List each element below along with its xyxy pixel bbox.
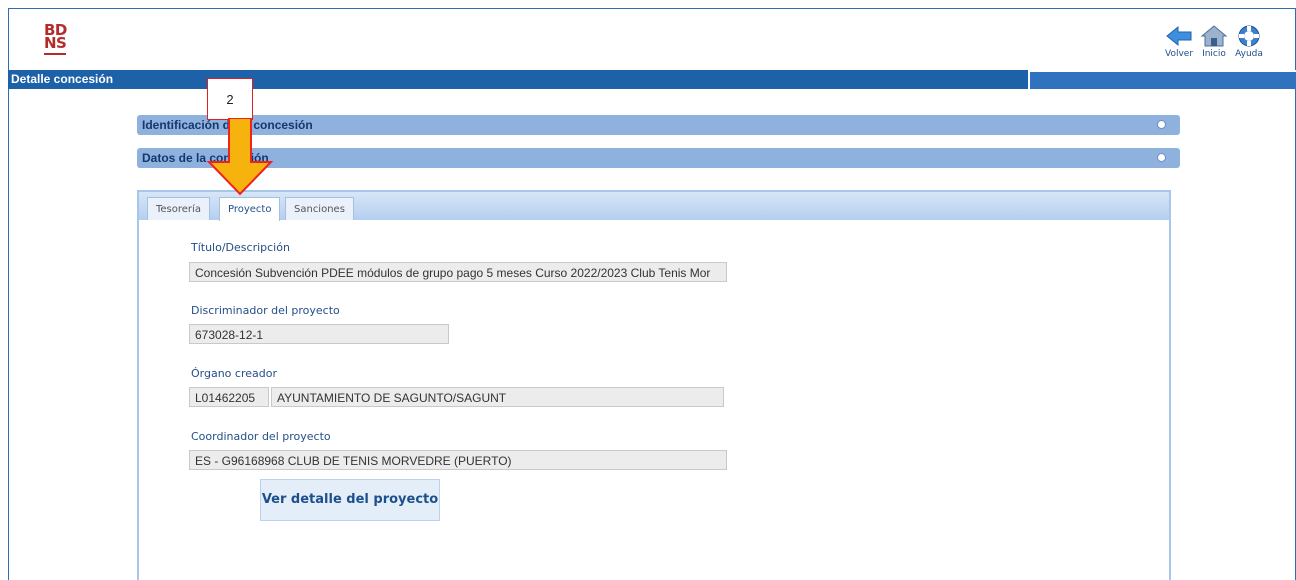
expand-icon[interactable]	[1157, 153, 1166, 162]
bdns-logo[interactable]: BD NS	[44, 23, 70, 57]
tab-strip: Tesorería Proyecto Sanciones	[139, 192, 1169, 221]
top-toolbar: Volver Inicio Ayuda	[1164, 24, 1264, 59]
help-button[interactable]: Ayuda	[1234, 24, 1264, 59]
back-label: Volver	[1164, 49, 1194, 59]
organo-name-field[interactable]: AYUNTAMIENTO DE SAGUNTO/SAGUNT	[271, 387, 724, 407]
section-identificacion[interactable]: Identificación de la concesión	[137, 115, 1180, 135]
coordinador-field[interactable]: ES - G96168968 CLUB DE TENIS MORVEDRE (P…	[189, 450, 727, 470]
ver-detalle-proyecto-button[interactable]: Ver detalle del proyecto	[260, 479, 440, 521]
back-button[interactable]: Volver	[1164, 24, 1194, 59]
coordinador-label: Coordinador del proyecto	[191, 430, 331, 443]
step-callout: 2	[207, 78, 253, 120]
titulo-field[interactable]: Concesión Subvención PDEE módulos de gru…	[189, 262, 727, 282]
page-title: Detalle concesión	[11, 72, 114, 86]
section-datos[interactable]: Datos de la concesión	[137, 148, 1180, 168]
help-label: Ayuda	[1235, 49, 1263, 59]
tab-sanciones[interactable]: Sanciones	[285, 197, 354, 220]
home-icon	[1200, 25, 1228, 47]
page-title-bar: Detalle concesión	[8, 70, 1296, 89]
arrow-down-icon	[206, 118, 274, 196]
titulo-label: Título/Descripción	[191, 241, 290, 254]
organo-label: Órgano creador	[191, 367, 277, 380]
home-label: Inicio	[1202, 49, 1226, 59]
title-bar-right-panel	[1028, 70, 1296, 89]
organo-code-field[interactable]: L01462205	[189, 387, 269, 407]
logo-line-2: NS	[44, 34, 67, 52]
expand-icon[interactable]	[1157, 120, 1166, 129]
lifebuoy-icon	[1238, 25, 1260, 47]
discriminador-label: Discriminador del proyecto	[191, 304, 340, 317]
home-button[interactable]: Inicio	[1199, 24, 1229, 59]
callout-number: 2	[226, 92, 234, 107]
back-arrow-icon	[1166, 25, 1192, 47]
discriminador-field[interactable]: 673028-12-1	[189, 324, 449, 344]
tab-tesoreria[interactable]: Tesorería	[147, 197, 210, 220]
logo-underline	[44, 53, 66, 57]
tab-panel: Tesorería Proyecto Sanciones Título/Desc…	[137, 190, 1171, 580]
tab-proyecto[interactable]: Proyecto	[219, 197, 281, 221]
